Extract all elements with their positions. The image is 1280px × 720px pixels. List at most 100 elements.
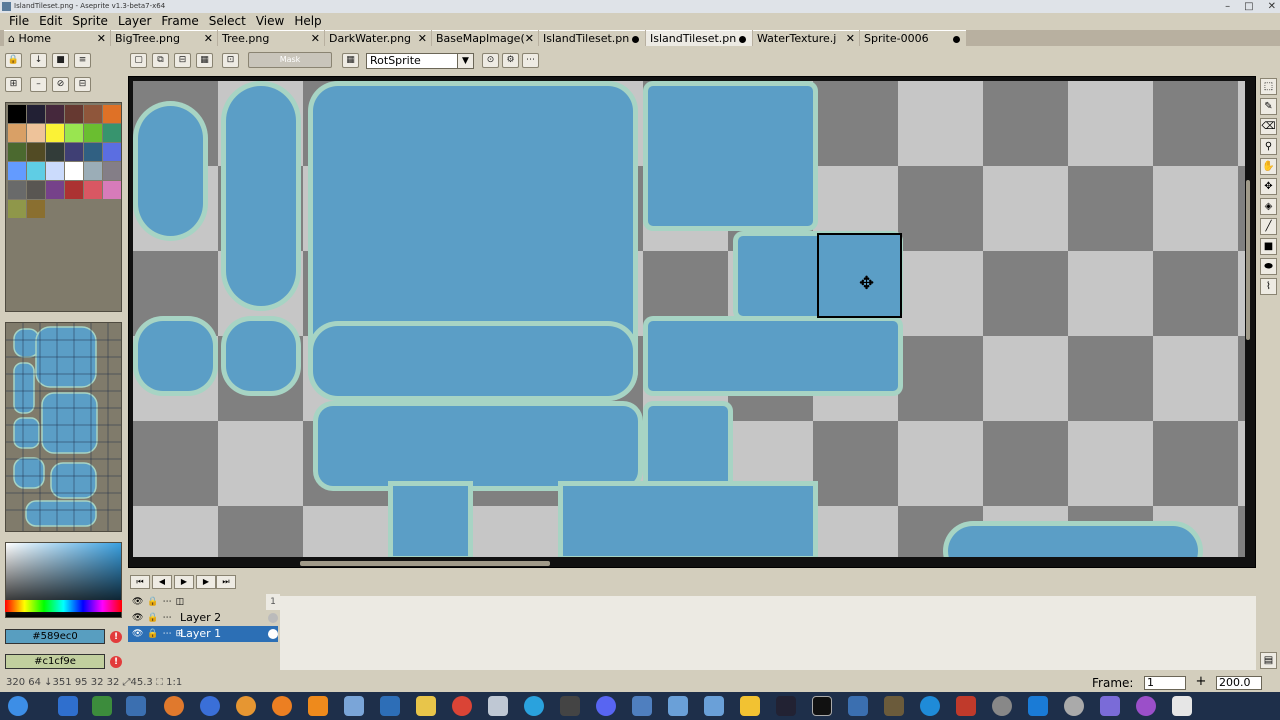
- app-icon[interactable]: [1064, 696, 1084, 716]
- layer-row-layer-1[interactable]: 👁🔒⋯⊞ Layer 1: [128, 626, 278, 642]
- palette-swatch[interactable]: [84, 143, 102, 161]
- tab-watertexture[interactable]: WaterTexture.j ✕: [753, 30, 859, 46]
- rotation-algorithm-select[interactable]: RotSprite ▼: [366, 53, 474, 69]
- timeline-toggle-icon[interactable]: ▤: [1260, 652, 1277, 669]
- layer-row-layer-2[interactable]: 👁🔒⋯ Layer 2: [128, 610, 278, 626]
- menu-view[interactable]: View: [251, 13, 289, 30]
- app-icon[interactable]: [560, 696, 580, 716]
- pixel-perfect-icon[interactable]: ⊙: [482, 53, 499, 68]
- palette-swatch[interactable]: [8, 162, 26, 180]
- app-icon[interactable]: [884, 696, 904, 716]
- canvas-editor[interactable]: ✥: [128, 76, 1256, 568]
- menu-frame[interactable]: Frame: [156, 13, 203, 30]
- rectangle-icon[interactable]: ■: [1260, 238, 1277, 255]
- stack-icon[interactable]: ⊟: [74, 77, 91, 92]
- app-icon[interactable]: [164, 696, 184, 716]
- palette-swatch[interactable]: [8, 143, 26, 161]
- layer-visibility-icons[interactable]: 👁🔒⋯: [132, 610, 176, 626]
- app-icon[interactable]: [200, 696, 220, 716]
- app-icon[interactable]: [92, 696, 112, 716]
- square-icon[interactable]: ■: [52, 53, 69, 68]
- link-icon[interactable]: ⊘: [52, 77, 69, 92]
- palette-swatch[interactable]: [27, 162, 45, 180]
- menu-sprite[interactable]: Sprite: [67, 13, 113, 30]
- app-icon[interactable]: [776, 696, 796, 716]
- background-color-button[interactable]: #c1cf9e: [5, 654, 105, 669]
- layer-visibility-icons[interactable]: 👁🔒⋯⊞: [132, 626, 187, 642]
- tab-islandtileset-1[interactable]: IslandTileset.pn: [539, 30, 645, 46]
- app-icon[interactable]: [632, 696, 652, 716]
- app-icon[interactable]: [992, 696, 1012, 716]
- menu-file[interactable]: File: [4, 13, 34, 30]
- cel-empty-icon[interactable]: [268, 613, 278, 623]
- palette-swatch[interactable]: [103, 181, 121, 199]
- close-icon[interactable]: ✕: [418, 31, 427, 46]
- start-icon[interactable]: [8, 696, 28, 716]
- app-icon[interactable]: [380, 696, 400, 716]
- palette-swatch[interactable]: [103, 124, 121, 142]
- selection-add-icon[interactable]: ⧉: [152, 53, 169, 68]
- palette-swatch[interactable]: [65, 105, 83, 123]
- eraser-icon[interactable]: ⌫: [1260, 118, 1277, 135]
- horizontal-scrollbar[interactable]: [300, 561, 550, 566]
- palette-swatch[interactable]: [65, 162, 83, 180]
- sprite-canvas[interactable]: ✥: [133, 81, 1245, 557]
- grid-icon[interactable]: ⊞: [5, 77, 22, 92]
- tab-home[interactable]: ⌂ Home ✕: [4, 30, 110, 46]
- modified-dot-icon[interactable]: [953, 36, 960, 43]
- selection-intersect-icon[interactable]: ▦: [196, 53, 213, 68]
- vertical-scrollbar[interactable]: [1246, 180, 1250, 340]
- tab-darkwater[interactable]: DarkWater.png ✕: [325, 30, 431, 46]
- modified-dot-icon[interactable]: [632, 36, 639, 43]
- hand-icon[interactable]: ✋: [1260, 158, 1277, 175]
- last-frame-icon[interactable]: ⏭: [216, 575, 236, 589]
- marquee-icon[interactable]: ⬚: [1260, 78, 1277, 95]
- layer-header-icons[interactable]: 👁🔒⋯◫: [132, 594, 188, 610]
- palette-swatch[interactable]: [65, 143, 83, 161]
- palette-swatch[interactable]: [46, 105, 64, 123]
- warning-icon[interactable]: !: [110, 656, 122, 668]
- mask-color-button[interactable]: Mask: [248, 52, 332, 68]
- play-icon[interactable]: ▶: [174, 575, 194, 589]
- pattern-icon[interactable]: ▦: [342, 53, 359, 68]
- pencil-icon[interactable]: ✎: [1260, 98, 1277, 115]
- app-icon[interactable]: [126, 696, 146, 716]
- app-icon[interactable]: [236, 696, 256, 716]
- tab-bigtree[interactable]: BigTree.png ✕: [111, 30, 217, 46]
- fill-icon[interactable]: ◈: [1260, 198, 1277, 215]
- tab-islandtileset-2[interactable]: IslandTileset.pn: [646, 30, 752, 46]
- palette-swatch[interactable]: [46, 124, 64, 142]
- app-icon[interactable]: [344, 696, 364, 716]
- minimize-button[interactable]: –: [1225, 0, 1230, 13]
- tab-sprite-0006[interactable]: Sprite-0006: [860, 30, 966, 46]
- palette-swatch[interactable]: [27, 143, 45, 161]
- palette-swatch[interactable]: [27, 124, 45, 142]
- zoom-in-icon[interactable]: +: [1194, 675, 1208, 690]
- palette-swatch[interactable]: [84, 124, 102, 142]
- frame-field[interactable]: 1: [1144, 676, 1186, 690]
- selection-subtract-icon[interactable]: ⊟: [174, 53, 191, 68]
- app-icon[interactable]: [1100, 696, 1120, 716]
- move-icon[interactable]: ✥: [1260, 178, 1277, 195]
- tab-tree[interactable]: Tree.png ✕: [218, 30, 324, 46]
- app-icon[interactable]: [452, 696, 472, 716]
- palette-swatch[interactable]: [103, 143, 121, 161]
- zoom-field[interactable]: 200.0: [1216, 676, 1262, 690]
- transform-options-icon[interactable]: ⚙: [502, 53, 519, 68]
- app-icon[interactable]: [1136, 696, 1156, 716]
- app-icon[interactable]: [848, 696, 868, 716]
- maximize-button[interactable]: □: [1244, 0, 1253, 13]
- app-icon[interactable]: [704, 696, 724, 716]
- app-icon[interactable]: [416, 696, 436, 716]
- app-icon[interactable]: [668, 696, 688, 716]
- minus-icon[interactable]: –: [30, 77, 47, 92]
- list-icon[interactable]: ≡: [74, 53, 91, 68]
- close-icon[interactable]: ✕: [846, 31, 855, 46]
- app-icon[interactable]: [740, 696, 760, 716]
- app-icon[interactable]: [956, 696, 976, 716]
- app-icon[interactable]: [920, 696, 940, 716]
- palette-swatch[interactable]: [84, 181, 102, 199]
- palette-swatch[interactable]: [103, 105, 121, 123]
- contour-icon[interactable]: ⬬: [1260, 258, 1277, 275]
- close-window-button[interactable]: ✕: [1268, 0, 1276, 13]
